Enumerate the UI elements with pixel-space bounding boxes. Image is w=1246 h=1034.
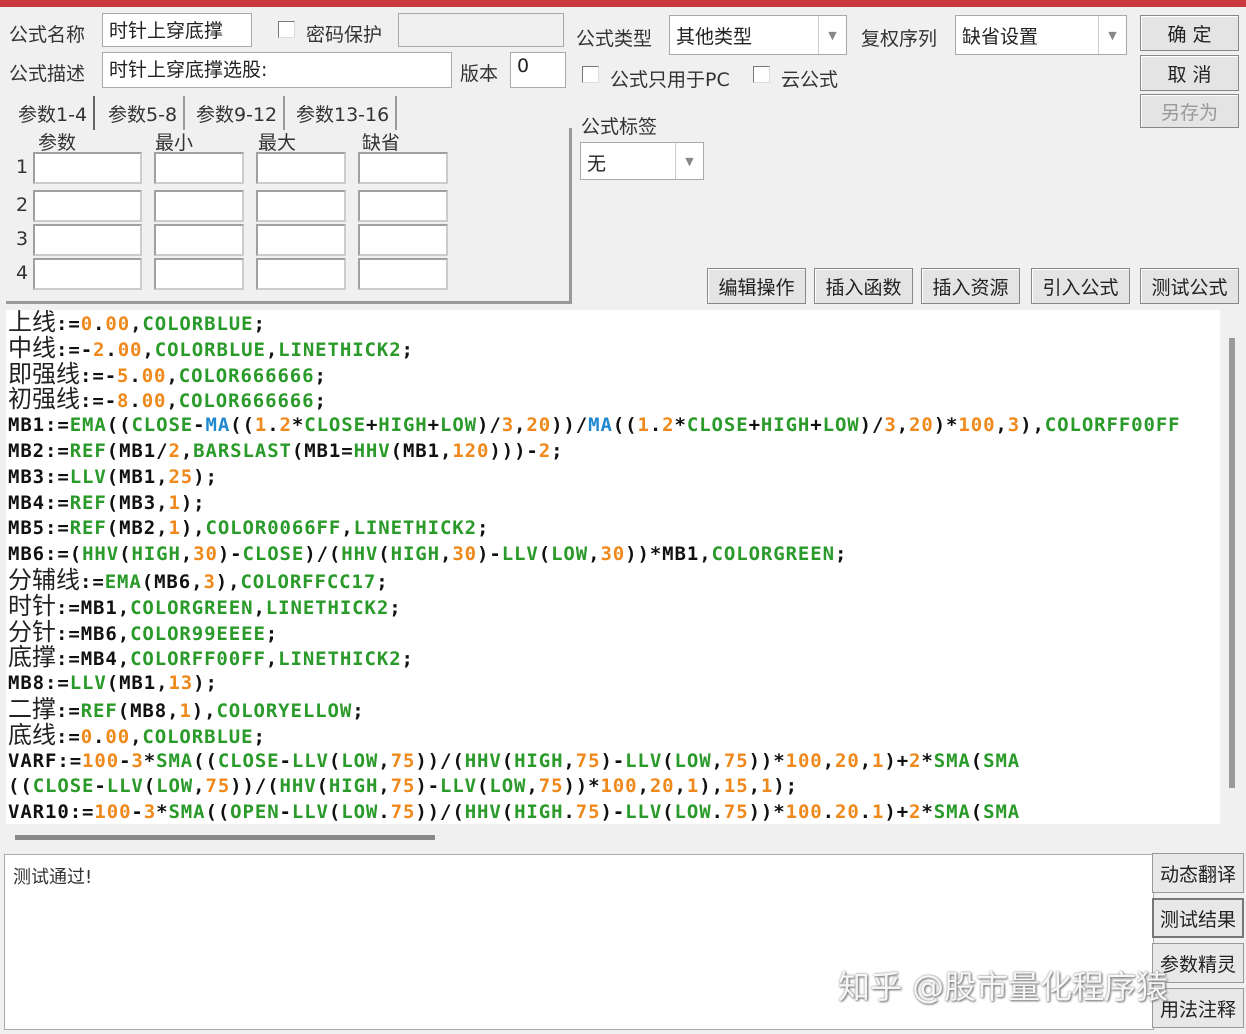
cloud-label: 云公式 <box>781 69 839 91</box>
pc-only-label: 公式只用于PC <box>610 69 730 91</box>
code-line: 底撑:=MB4,COLORFF00FF,LINETHICK2; <box>8 643 414 672</box>
tag-label: 公式标签 <box>581 116 658 138</box>
formula-name-label: 公式名称 <box>9 24 86 46</box>
title-bar <box>0 0 1246 7</box>
cloud-checkbox[interactable] <box>753 66 770 83</box>
code-line: MB3:=LLV(MB1,25); <box>8 465 218 488</box>
scrollbar-thumb[interactable] <box>15 835 435 840</box>
tag-select[interactable]: 无 ▼ <box>580 142 704 180</box>
password-input[interactable] <box>398 13 564 47</box>
code-line: MB8:=LLV(MB1,13); <box>8 672 218 695</box>
code-line: 二撑:=REF(MB8,1),COLORYELLOW; <box>8 694 365 723</box>
tab-params-1-4[interactable]: 参数1-4 <box>12 96 96 130</box>
password-label: 密码保护 <box>306 24 383 46</box>
cancel-button[interactable]: 取 消 <box>1140 55 1239 91</box>
code-line: 即强线:=-5.00,COLOR666666; <box>8 359 327 388</box>
code-line: MB6:=(HHV(HIGH,30)-CLOSE)/(HHV(HIGH,30)-… <box>8 543 848 566</box>
tag-value: 无 <box>587 153 607 175</box>
param-input-default[interactable] <box>358 152 448 184</box>
formula-type-select[interactable]: 其他类型 ▼ <box>669 15 847 55</box>
param-col-name: 参数 <box>38 132 77 154</box>
code-line: VAR10:=100-3*SMA((OPEN-LLV(LOW.75))/(HHV… <box>8 801 1021 824</box>
param-row-number: 4 <box>16 262 29 284</box>
formula-desc-label: 公式描述 <box>9 63 86 85</box>
horizontal-scrollbar[interactable] <box>6 824 1220 852</box>
dynamic-translate-button[interactable]: 动态翻译 <box>1152 853 1244 893</box>
formula-type-value: 其他类型 <box>676 26 753 48</box>
param-input-min[interactable] <box>154 258 244 290</box>
code-line: 上线:=0.00,COLORBLUE; <box>8 310 266 336</box>
code-line: 初强线:=-8.00,COLOR666666; <box>8 385 327 414</box>
param-row-number: 1 <box>16 156 29 178</box>
tab-params-5-8[interactable]: 参数5-8 <box>102 96 186 130</box>
code-editor[interactable]: 上线:=0.00,COLORBLUE; 中线:=-2.00,COLORBLUE,L… <box>6 310 1220 824</box>
formula-name-input[interactable]: 时针上穿底撑 <box>102 13 252 47</box>
param-col-max: 最大 <box>258 132 297 154</box>
version-input[interactable]: 0 <box>510 52 566 88</box>
insert-function-button[interactable]: 插入函数 <box>814 268 913 304</box>
code-line: 底线:=0.00,COLORBLUE; <box>8 720 266 749</box>
chevron-down-icon: ▼ <box>1098 16 1126 54</box>
param-input-default[interactable] <box>358 258 448 290</box>
code-line: 分针:=MB6,COLOR99EEEE; <box>8 617 279 646</box>
code-line: 分辅线:=EMA(MB6,3),COLORFFCC17; <box>8 565 389 594</box>
code-line: MB5:=REF(MB2,1),COLOR0066FF,LINETHICK2; <box>8 517 490 540</box>
insert-resource-button[interactable]: 插入资源 <box>921 268 1020 304</box>
param-input-max[interactable] <box>256 152 346 184</box>
formula-type-label: 公式类型 <box>576 28 653 50</box>
tab-params-9-12[interactable]: 参数9-12 <box>190 96 286 130</box>
param-input-max[interactable] <box>256 258 346 290</box>
watermark: 知乎 @股市量化程序猿 <box>838 968 1169 1006</box>
param-input-max[interactable] <box>256 224 346 256</box>
code-line: 时针:=MB1,COLORGREEN,LINETHICK2; <box>8 591 402 620</box>
vertical-scrollbar[interactable] <box>1220 310 1246 824</box>
chevron-down-icon: ▼ <box>675 143 703 179</box>
password-checkbox[interactable] <box>278 21 295 38</box>
code-line: VARF:=100-3*SMA((CLOSE-LLV(LOW,75))/(HHV… <box>8 749 1021 772</box>
param-col-default: 缺省 <box>362 132 401 154</box>
code-line: MB1:=EMA((CLOSE-MA((1.2*CLOSE+HIGH+LOW)/… <box>8 414 1181 437</box>
adjust-value: 缺省设置 <box>962 26 1039 48</box>
param-row-number: 3 <box>16 228 29 250</box>
edit-ops-button[interactable]: 编辑操作 <box>707 268 806 304</box>
param-input-name[interactable] <box>33 152 142 184</box>
formula-desc-input[interactable]: 时针上穿底撑选股: <box>102 52 452 88</box>
param-input-min[interactable] <box>154 190 244 222</box>
param-input-name[interactable] <box>33 258 142 290</box>
chevron-down-icon: ▼ <box>818 16 846 54</box>
test-result-button[interactable]: 测试结果 <box>1152 898 1244 938</box>
adjust-label: 复权序列 <box>861 28 938 50</box>
code-line: MB4:=REF(MB3,1); <box>8 491 206 514</box>
param-col-min: 最小 <box>155 132 194 154</box>
version-label: 版本 <box>460 63 499 85</box>
pc-only-checkbox[interactable] <box>582 66 599 83</box>
param-input-min[interactable] <box>154 224 244 256</box>
code-line: MB2:=REF(MB1/2,BARSLAST(MB1=HHV(MB1,120)… <box>8 439 564 462</box>
param-input-default[interactable] <box>358 224 448 256</box>
ok-button[interactable]: 确 定 <box>1140 15 1239 51</box>
param-input-default[interactable] <box>358 190 448 222</box>
save-as-button[interactable]: 另存为 <box>1140 94 1239 128</box>
code-line: 中线:=-2.00,COLORBLUE,LINETHICK2; <box>8 333 414 362</box>
param-row-number: 2 <box>16 194 29 216</box>
import-formula-button[interactable]: 引入公式 <box>1031 268 1130 304</box>
output-text: 测试通过! <box>13 867 93 888</box>
adjust-select[interactable]: 缺省设置 ▼ <box>955 15 1127 55</box>
param-input-name[interactable] <box>33 190 142 222</box>
scrollbar-thumb[interactable] <box>1229 338 1235 788</box>
test-formula-button[interactable]: 测试公式 <box>1140 268 1239 304</box>
tab-params-13-16[interactable]: 参数13-16 <box>290 96 398 130</box>
param-input-max[interactable] <box>256 190 346 222</box>
param-input-min[interactable] <box>154 152 244 184</box>
param-input-name[interactable] <box>33 224 142 256</box>
code-line: ((CLOSE-LLV(LOW,75))/(HHV(HIGH,75)-LLV(L… <box>8 775 798 798</box>
